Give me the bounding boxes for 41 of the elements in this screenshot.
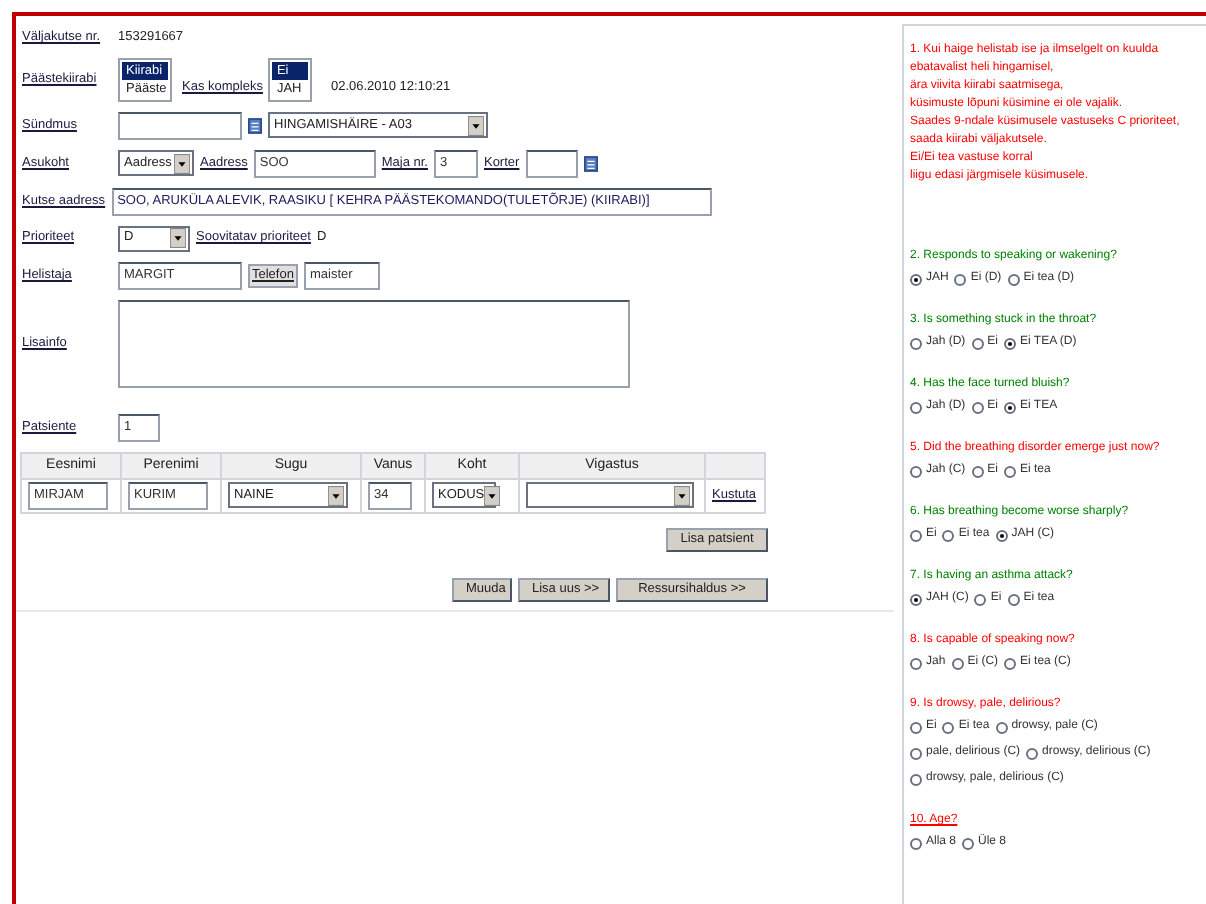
- dropdown-arrow-icon: [174, 153, 190, 174]
- radio-button[interactable]: [910, 657, 922, 669]
- list-icon[interactable]: [248, 117, 262, 134]
- dropdown-arrow-icon: [468, 115, 484, 136]
- radio-button[interactable]: [971, 337, 984, 349]
- radio-button[interactable]: [1007, 273, 1020, 285]
- list-icon[interactable]: [583, 155, 598, 172]
- text-area[interactable]: [118, 299, 630, 388]
- radio-button[interactable]: [995, 529, 1008, 541]
- radio-button[interactable]: [910, 747, 922, 759]
- dropdown-arrow-icon: [328, 485, 344, 506]
- radio-button[interactable]: [910, 773, 922, 785]
- radio-button[interactable]: [1004, 465, 1017, 477]
- dropdown-arrow-icon: [170, 228, 186, 249]
- radio-button[interactable]: [1004, 337, 1017, 349]
- radio-button[interactable]: [971, 401, 984, 413]
- input-field[interactable]: [118, 111, 242, 140]
- radio-button[interactable]: [962, 837, 975, 849]
- radio-button[interactable]: [910, 465, 922, 477]
- dropdown-arrow-icon: [674, 485, 690, 506]
- radio-button[interactable]: [910, 593, 922, 605]
- radio-button[interactable]: [951, 657, 964, 669]
- radio-button[interactable]: [995, 721, 1008, 733]
- radio-button[interactable]: [954, 273, 967, 285]
- radio-button[interactable]: [1026, 747, 1039, 759]
- dropdown-arrow-icon: [484, 485, 501, 506]
- radio-button[interactable]: [1007, 593, 1020, 605]
- select-field[interactable]: [526, 482, 694, 509]
- radio-button[interactable]: [942, 529, 955, 541]
- radio-button[interactable]: [910, 401, 922, 413]
- radio-button[interactable]: [910, 721, 922, 733]
- radio-button[interactable]: [910, 837, 922, 849]
- input-field[interactable]: [525, 149, 578, 178]
- radio-button[interactable]: [910, 337, 922, 349]
- radio-button[interactable]: [1004, 657, 1017, 669]
- radio-button[interactable]: [971, 465, 984, 477]
- radio-button[interactable]: [910, 273, 922, 285]
- radio-button[interactable]: [1004, 401, 1017, 413]
- radio-button[interactable]: [974, 593, 987, 605]
- radio-button[interactable]: [942, 721, 955, 733]
- radio-button[interactable]: [910, 529, 922, 541]
